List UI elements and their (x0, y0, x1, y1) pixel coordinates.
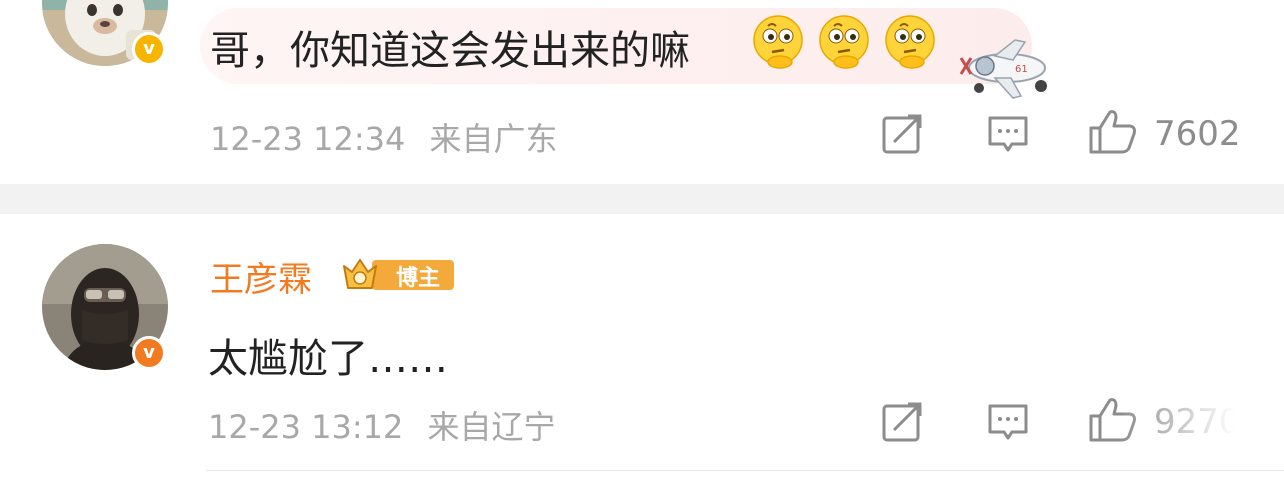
verified-badge-icon: v (132, 32, 166, 66)
comment-icon[interactable] (986, 400, 1030, 444)
like-icon[interactable] (1088, 108, 1138, 156)
comment-location: 来自广东 (429, 120, 558, 158)
divider (206, 470, 1284, 471)
comment-location: 来自辽宁 (427, 408, 556, 446)
comment-separator (0, 184, 1284, 214)
blogger-badge: 博主 (342, 256, 454, 298)
verified-badge-icon: v (132, 336, 166, 370)
comment-icon[interactable] (986, 112, 1030, 156)
comment-text: 哥，你知道这会发出来的嘛 (210, 28, 690, 74)
watermark-fade (1120, 392, 1284, 462)
comment-text: 太尴尬了…… (208, 336, 448, 382)
share-icon[interactable] (880, 112, 924, 156)
comment-meta: 12-23 13:12 来自辽宁 (208, 402, 556, 448)
comment-time: 12-23 13:12 (208, 408, 404, 446)
comment-meta: 12-23 12:34 来自广东 (210, 114, 558, 160)
thinking-face-icon (753, 15, 803, 69)
thinking-face-icon (819, 15, 869, 69)
like-count: 7602 (1154, 114, 1241, 154)
share-icon[interactable] (880, 400, 924, 444)
thinking-face-icon (885, 15, 935, 69)
comment-item: v 哥，你知道这会发出来的嘛 61 12-23 12:34 来自广东 7602 (0, 0, 1284, 184)
airplane-sticker-icon: 61 (959, 39, 1047, 99)
comment-time: 12-23 12:34 (210, 120, 406, 158)
comment-item: v 王彦霖 博主 太尴尬了…… 12-23 13:12 来自辽宁 9270 (0, 214, 1284, 478)
blogger-badge-label: 博主 (396, 266, 441, 291)
username[interactable]: 王彦霖 (210, 252, 312, 301)
svg-text:61: 61 (1015, 64, 1028, 75)
